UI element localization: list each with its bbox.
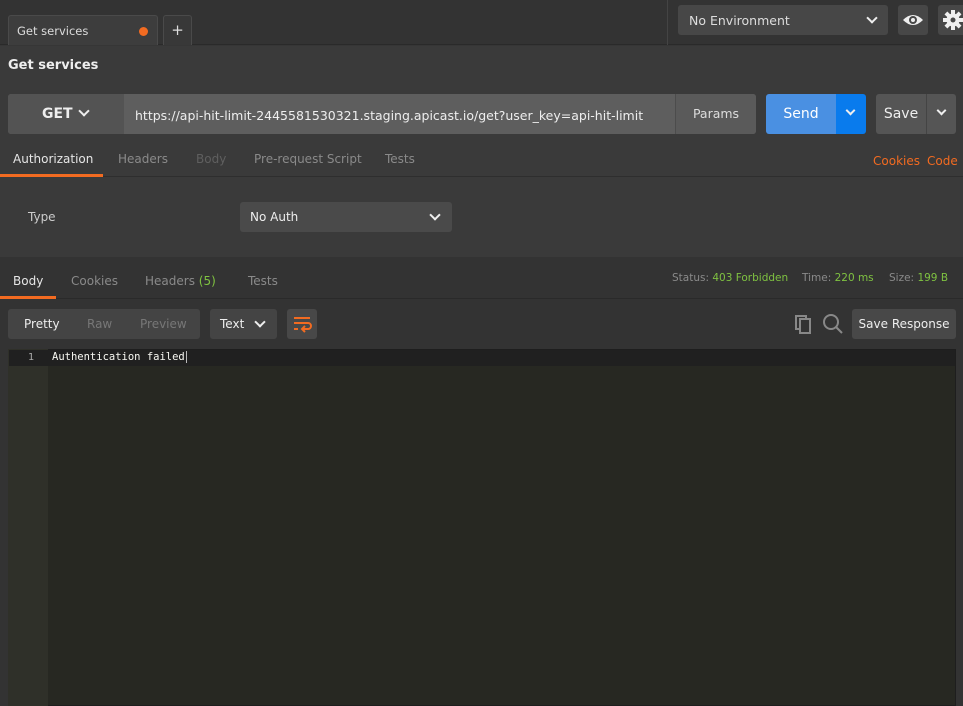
raw-button[interactable]: Raw [87, 317, 112, 331]
headers-count: (5) [198, 274, 216, 288]
response-body-text: Authentication failed [52, 351, 187, 363]
method-select[interactable]: GET [8, 94, 124, 134]
auth-type-value: No Auth [250, 210, 299, 224]
line-number-gutter [8, 349, 48, 706]
chevron-down-icon [254, 316, 266, 328]
tab-response-body[interactable]: Body [13, 274, 43, 288]
save-dropdown-button[interactable] [926, 94, 956, 134]
url-input[interactable]: https://api-hit-limit-2445581530321.stag… [135, 108, 643, 123]
tab-response-tests[interactable]: Tests [248, 274, 278, 288]
divider [667, 0, 668, 45]
cookies-link[interactable]: Cookies [873, 154, 920, 168]
save-button[interactable]: Save [876, 94, 926, 134]
environment-value: No Environment [689, 13, 790, 28]
size-readout: Size: 199 B [889, 272, 948, 284]
language-select[interactable]: Text [210, 309, 277, 339]
auth-type-label: Type [28, 210, 56, 224]
time-readout: Time: 220 ms [802, 272, 874, 284]
language-value: Text [220, 317, 245, 331]
time-label: Time: [802, 272, 832, 284]
headers-label: Headers [145, 274, 195, 288]
request-title: Get services [8, 58, 99, 73]
params-button[interactable]: Params [675, 94, 756, 134]
new-tab-button[interactable]: + [163, 15, 192, 45]
tab-response-cookies[interactable]: Cookies [71, 274, 118, 288]
send-dropdown-button[interactable] [836, 94, 866, 134]
code-link[interactable]: Code [927, 154, 958, 168]
tab-tests[interactable]: Tests [385, 152, 415, 166]
status-value: 403 Forbidden [712, 272, 789, 284]
request-tabs: Authorization Headers Body Pre-request S… [0, 146, 963, 177]
send-button[interactable]: Send [766, 94, 836, 134]
chevron-down-icon [936, 105, 947, 116]
gear-icon [943, 10, 963, 30]
tab-authorization[interactable]: Authorization [13, 152, 93, 166]
tab-body[interactable]: Body [196, 152, 226, 166]
pretty-button[interactable]: Pretty [24, 317, 60, 331]
auth-type-select[interactable]: No Auth [240, 202, 452, 232]
environment-quick-look-button[interactable] [898, 5, 928, 35]
tab-label: Get services [17, 24, 89, 38]
format-toggle: Pretty Raw Preview [8, 309, 200, 339]
preview-button[interactable]: Preview [140, 317, 187, 331]
size-label: Size: [889, 272, 915, 284]
chevron-down-icon [866, 12, 878, 24]
wrap-lines-icon [294, 317, 312, 333]
active-tab-indicator [0, 174, 103, 177]
active-tab-indicator [0, 296, 56, 299]
request-tab[interactable]: Get services [8, 15, 158, 45]
method-value: GET [42, 106, 73, 122]
response-body-editor[interactable] [8, 349, 956, 706]
size-value: 199 B [917, 272, 949, 284]
eye-icon [903, 15, 923, 25]
tab-headers[interactable]: Headers [118, 152, 168, 166]
time-value: 220 ms [834, 272, 874, 284]
chevron-down-icon [78, 105, 90, 117]
line-number: 1 [28, 352, 35, 363]
tab-pre-request-script[interactable]: Pre-request Script [254, 152, 362, 166]
chevron-down-icon [429, 209, 441, 221]
wrap-lines-button[interactable] [287, 309, 317, 339]
status-readout: Status: 403 Forbidden [672, 272, 788, 284]
chevron-down-icon [845, 105, 856, 116]
status-label: Status: [672, 272, 709, 284]
search-icon[interactable] [822, 313, 844, 335]
save-response-button[interactable]: Save Response [852, 309, 956, 339]
copy-icon[interactable] [793, 313, 813, 335]
tab-response-headers[interactable]: Headers (5) [145, 274, 216, 288]
settings-button[interactable] [938, 5, 963, 35]
unsaved-dot-icon [139, 27, 148, 36]
environment-select[interactable]: No Environment [678, 5, 888, 35]
